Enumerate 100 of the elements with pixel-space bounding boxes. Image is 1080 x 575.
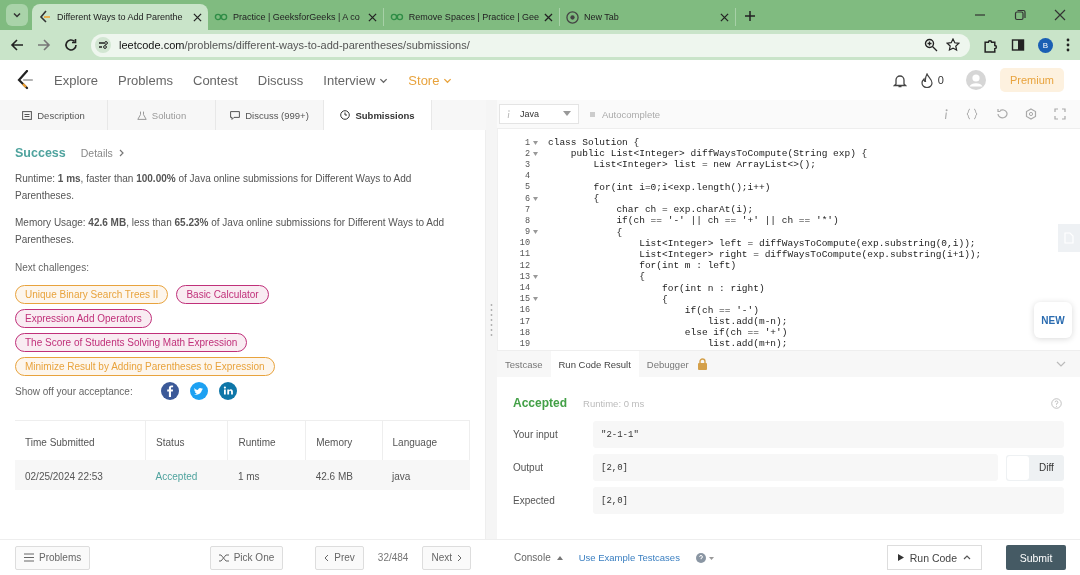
fold-icon[interactable] — [533, 297, 538, 302]
tab-search-button[interactable] — [6, 4, 28, 26]
chevron-left-icon — [324, 553, 330, 562]
result-value: [2,0] — [593, 487, 1064, 514]
settings-icon[interactable] — [1025, 108, 1037, 120]
bird-icon[interactable] — [189, 382, 208, 400]
streak-count: 0 — [937, 74, 944, 86]
tab-title: Remove Spaces | Practice | Gee — [408, 12, 540, 22]
result-status: Accepted — [513, 396, 568, 410]
reload-icon[interactable] — [64, 38, 78, 52]
next-button[interactable]: Next — [422, 545, 471, 570]
side-panel-icon[interactable] — [1011, 38, 1025, 52]
fold-icon[interactable] — [533, 196, 538, 201]
diff-toggle[interactable]: Diff — [1006, 454, 1064, 481]
line-number: 2 — [523, 148, 530, 159]
close-icon[interactable] — [193, 12, 202, 22]
table-cell: 42.6 MB — [305, 460, 383, 490]
close-icon[interactable] — [544, 12, 553, 22]
runtime-summary: Runtime: 1 ms, faster than 100.00% of Java online submissions for Different Ways to Add Parentheses. — [15, 172, 413, 203]
console-tab[interactable]: Run Code Result — [550, 351, 639, 377]
example-testcases-link[interactable]: Use Example Testcases — [578, 552, 680, 563]
line-number: 12 — [518, 260, 530, 271]
console-tab[interactable]: Testcase — [497, 351, 551, 377]
forward-icon[interactable] — [37, 38, 51, 52]
code-line: list.add(m-n); — [706, 316, 788, 328]
language-select[interactable]: Java — [499, 104, 579, 124]
help-icon[interactable] — [695, 552, 714, 563]
list-icon — [24, 553, 34, 562]
line-number: 11 — [518, 249, 530, 260]
table-cell: 1 ms — [227, 460, 306, 490]
reset-icon[interactable] — [996, 108, 1008, 120]
browser-tab[interactable]: Practice | GeeksforGeeks | A co — [208, 8, 384, 26]
line-number: 6 — [523, 193, 530, 204]
facebook-icon[interactable] — [160, 382, 179, 400]
nav-link[interactable]: Interview — [323, 72, 389, 88]
panel-tab[interactable]: Submissions — [324, 100, 432, 130]
fold-icon[interactable] — [533, 274, 538, 279]
challenge-tag[interactable]: Expression Add Operators — [15, 309, 152, 328]
linkedin-icon[interactable] — [218, 382, 237, 400]
fold-icon[interactable] — [533, 151, 538, 156]
console-button[interactable]: Console — [514, 552, 563, 563]
zoom-icon[interactable] — [924, 38, 938, 52]
line-number: 14 — [518, 283, 530, 294]
code-line: class Solution { — [548, 137, 640, 149]
lock-icon — [696, 358, 708, 370]
result-value: [2,0] — [593, 454, 998, 481]
problem-position: 32/484 — [377, 552, 409, 563]
site-settings-icon — [95, 37, 111, 53]
new-tab-icon[interactable] — [744, 10, 756, 22]
restore-icon[interactable] — [1014, 9, 1026, 21]
code-line: for(int i=0;i<exp.length();i++) — [592, 181, 771, 193]
profile-avatar[interactable]: B — [1038, 37, 1053, 53]
browser-tab[interactable]: Remove Spaces | Practice | Gee — [384, 8, 560, 26]
close-icon[interactable] — [1054, 9, 1066, 21]
flame-icon[interactable] — [920, 72, 933, 88]
logo-icon — [38, 10, 52, 24]
problems-button[interactable]: Problems — [15, 545, 91, 570]
address-bar[interactable]: leetcode.com/problems/different-ways-to-add-parentheses/submissions/ — [91, 33, 970, 57]
menu-icon[interactable] — [1066, 38, 1070, 52]
info-icon[interactable] — [944, 109, 948, 119]
nav-link[interactable]: Explore — [54, 72, 99, 88]
line-number: 18 — [518, 327, 530, 338]
details-link[interactable]: Details — [80, 147, 124, 159]
run-code-button[interactable]: Run Code — [886, 545, 982, 570]
browser-tab[interactable]: Different Ways to Add Parenthe — [32, 4, 208, 30]
extensions-icon[interactable] — [983, 37, 998, 53]
submit-button[interactable]: Submit — [1006, 545, 1066, 570]
site-logo-icon[interactable] — [16, 70, 34, 90]
line-number: 9 — [523, 227, 530, 238]
bell-icon[interactable] — [892, 72, 907, 88]
code-line: { — [592, 193, 600, 205]
panel-tab[interactable]: Description — [0, 100, 108, 130]
caret-icon — [563, 111, 571, 117]
nav-link[interactable]: Contest — [193, 72, 238, 88]
line-number: 4 — [523, 171, 530, 182]
code-line: { — [661, 293, 668, 305]
line-number: 8 — [523, 215, 530, 226]
fold-icon[interactable] — [533, 140, 538, 145]
section-label: Next challenges: — [15, 262, 90, 273]
line-number: 7 — [523, 204, 530, 215]
nav-link[interactable]: Discuss — [257, 72, 304, 88]
challenge-tag[interactable]: Basic Calculator — [176, 285, 269, 304]
challenge-tag[interactable]: The Score of Students Solving Math Expression — [15, 333, 248, 352]
star-icon[interactable] — [946, 38, 960, 52]
result-label: Your input — [513, 429, 559, 440]
chevron-right-icon — [457, 553, 462, 562]
close-icon[interactable] — [368, 12, 377, 22]
prev-button[interactable]: Prev — [315, 545, 364, 570]
pick-one-button[interactable]: Pick One — [209, 545, 284, 570]
nav-link[interactable]: Problems — [118, 72, 173, 88]
memory-summary: Memory Usage: 42.6 MB, less than 65.23% of Java online submissions for Different Ways to Add Parentheses. — [15, 216, 446, 247]
close-icon[interactable] — [720, 12, 729, 22]
tab-title: New Tab — [584, 12, 620, 22]
new-feature-button[interactable]: NEW — [1034, 302, 1072, 338]
fold-icon[interactable] — [533, 230, 538, 235]
chevron-up-icon — [963, 555, 971, 560]
browser-tab[interactable]: New Tab — [560, 8, 736, 26]
back-icon[interactable] — [10, 38, 24, 52]
console-tab[interactable]: Debugger — [638, 351, 716, 377]
result-label: Output — [513, 462, 545, 473]
